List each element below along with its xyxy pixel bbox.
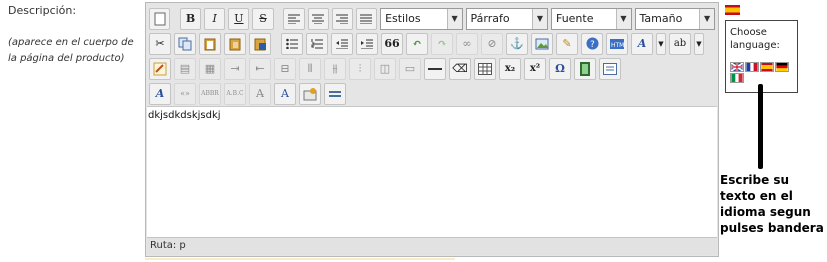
annotation-text: Escribe su texto en el idioma segun puls… [720, 173, 824, 235]
it-flag-icon[interactable] [730, 73, 744, 83]
field-label-column: Descripción: (aparece en el cuerpo de la… [8, 4, 144, 67]
bold-button[interactable]: B [179, 7, 202, 30]
toolbar-row-2: ✂ 66 ↶ ↷ ∞ ⊘ ⚓ ✎ ? HTM A ▼ ab ▼ [149, 31, 715, 56]
paste-icon[interactable] [199, 32, 221, 55]
align-center-icon[interactable] [307, 7, 329, 30]
indent-icon[interactable] [356, 32, 378, 55]
unlink-icon[interactable]: ⊘ [481, 32, 503, 55]
background-color-icon[interactable]: ab [669, 32, 691, 55]
anchor-icon[interactable]: ⚓ [506, 32, 528, 55]
subscript-button[interactable]: x₂ [499, 57, 521, 80]
description-label: Descripción: [8, 4, 77, 17]
insert-col-before-icon[interactable]: ⫴ [299, 57, 321, 80]
cleanup-icon[interactable]: ✎ [556, 32, 578, 55]
language-chooser-title: Choose language: [730, 27, 780, 51]
align-justify-icon[interactable] [355, 7, 378, 30]
paste-word-icon[interactable] [249, 32, 271, 55]
html-source-icon[interactable]: HTML [606, 32, 628, 55]
special-char-button[interactable]: Ω [549, 57, 571, 80]
chevron-down-icon: ▼ [699, 8, 715, 29]
blockquote-icon[interactable]: 66 [381, 32, 403, 55]
paste-text-icon[interactable] [224, 32, 246, 55]
de-flag-icon[interactable] [775, 62, 789, 72]
attributes-icon[interactable] [299, 82, 321, 105]
insert-text-icon[interactable]: A [274, 82, 296, 105]
editor-content-text: dkjsdkdskjsdkj [148, 110, 221, 121]
toolbar-row-1: B I U S Estilos ▼ Párrafo ▼ Fuente ▼ Tam… [149, 6, 716, 31]
table-row-props-icon[interactable]: ▤ [174, 57, 196, 80]
rich-text-editor: B I U S Estilos ▼ Párrafo ▼ Fuente ▼ Tam… [145, 2, 719, 257]
insert-style-icon[interactable]: A [149, 82, 171, 105]
chevron-down-icon: ▼ [531, 8, 547, 29]
abbr-icon[interactable]: ABBR [199, 82, 221, 105]
styles-select[interactable]: Estilos ▼ [380, 7, 463, 30]
acronym-icon[interactable]: A.B.C [224, 82, 246, 105]
fr-flag-icon[interactable] [745, 62, 759, 72]
toolbar-row-4: A «» ABBR A.B.C A̶ A [149, 81, 715, 106]
text-color-dropdown-icon[interactable]: ▼ [656, 32, 666, 55]
chevron-down-icon: ▼ [615, 8, 631, 29]
image-icon[interactable] [531, 32, 553, 55]
delete-row-icon[interactable]: ⊟ [274, 57, 296, 80]
bullet-list-icon[interactable] [281, 32, 303, 55]
remove-format-icon[interactable]: ⌫ [449, 57, 471, 80]
copy-icon[interactable] [174, 32, 196, 55]
undo-icon[interactable]: ↶ [406, 32, 428, 55]
new-document-icon[interactable] [149, 7, 171, 30]
help-icon[interactable]: ? [581, 32, 603, 55]
superscript-button[interactable]: x² [524, 57, 546, 80]
nonbreaking-icon[interactable] [324, 82, 346, 105]
description-hint: (aparece en el cuerpo de la página del p… [8, 37, 134, 64]
horizontal-rule-icon[interactable] [424, 57, 446, 80]
table-cell-props-icon[interactable]: ▦ [199, 57, 221, 80]
format-select[interactable]: Párrafo ▼ [465, 7, 548, 30]
delete-text-icon[interactable]: A̶ [249, 82, 271, 105]
delete-col-icon[interactable]: ⫶ [349, 57, 371, 80]
editor-bottom-strip [145, 258, 455, 260]
link-icon[interactable]: ∞ [456, 32, 478, 55]
split-cells-icon[interactable]: ◫ [374, 57, 396, 80]
align-right-icon[interactable] [331, 7, 353, 30]
visual-aid-icon[interactable] [599, 57, 621, 80]
merge-cells-icon[interactable]: ▭ [399, 57, 421, 80]
svg-text:HTML: HTML [611, 42, 624, 49]
insert-col-after-icon[interactable]: ⫵ [324, 57, 346, 80]
en-flag-icon[interactable] [730, 62, 744, 72]
language-chooser: Choose language: [725, 20, 798, 93]
editor-status-bar: Ruta: p [147, 237, 717, 255]
editor-toolbar: B I U S Estilos ▼ Párrafo ▼ Fuente ▼ Tam… [147, 4, 717, 108]
strikethrough-button[interactable]: S [252, 7, 274, 30]
insert-row-after-icon[interactable]: ⇤ [249, 57, 271, 80]
cut-icon[interactable]: ✂ [149, 32, 171, 55]
annotation-pointer-line [758, 84, 763, 169]
table-icon[interactable] [474, 57, 496, 80]
media-icon[interactable] [574, 57, 596, 80]
font-select[interactable]: Fuente ▼ [550, 7, 632, 30]
insert-row-before-icon[interactable]: ⇥ [224, 57, 246, 80]
underline-button[interactable]: U [228, 7, 250, 30]
italic-button[interactable]: I [204, 7, 226, 30]
background-color-dropdown-icon[interactable]: ▼ [694, 32, 704, 55]
language-flags [730, 62, 792, 83]
redo-icon[interactable]: ↷ [431, 32, 453, 55]
toolbar-row-3: ▤ ▦ ⇥ ⇤ ⊟ ⫴ ⫵ ⫶ ◫ ▭ ⌫ x₂ x² Ω [149, 56, 715, 81]
editor-content-area[interactable]: dkjsdkdskjsdkj [147, 106, 717, 238]
outdent-icon[interactable] [331, 32, 353, 55]
size-select[interactable]: Tamaño ▼ [634, 7, 716, 30]
numbered-list-icon[interactable] [306, 32, 328, 55]
svg-text:?: ? [590, 40, 595, 50]
style-props-icon[interactable] [149, 57, 171, 80]
es-flag-icon[interactable] [760, 62, 774, 72]
text-color-icon[interactable]: A [631, 32, 653, 55]
chevron-down-icon: ▼ [446, 8, 462, 29]
align-left-icon[interactable] [283, 7, 305, 30]
es-flag-icon[interactable] [725, 5, 740, 15]
cite-icon[interactable]: «» [174, 82, 196, 105]
